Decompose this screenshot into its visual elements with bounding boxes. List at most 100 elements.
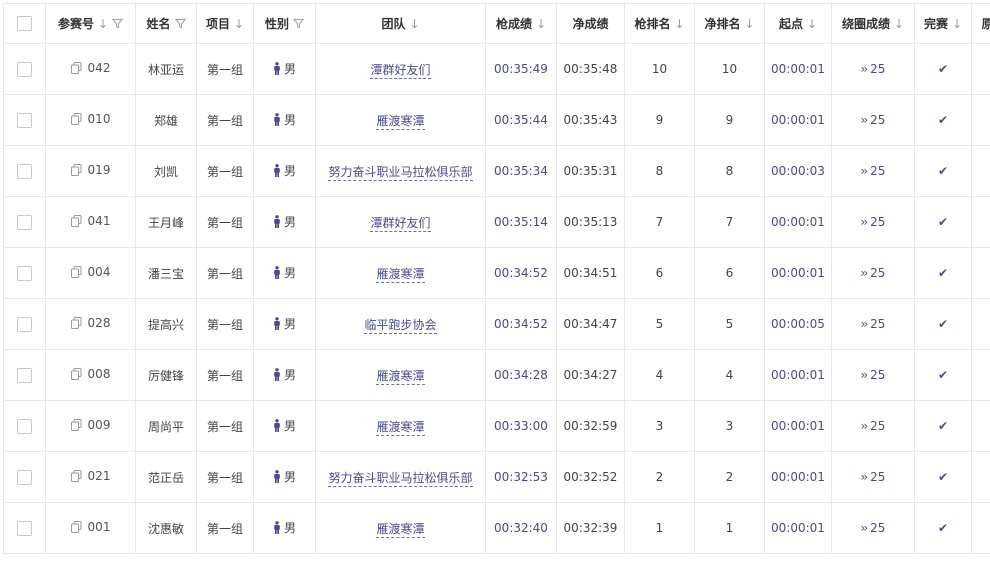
table-row[interactable]: 009 周尚平 第一组 男 雁渡寒潭 00:33:00 00:32:59 3 3… [3,400,990,452]
row-checkbox[interactable] [17,265,32,281]
team-link[interactable]: 雁渡寒潭 [376,266,425,283]
table-row[interactable]: 028 提高兴 第一组 男 临平跑步协会 00:34:52 00:34:47 5… [3,298,990,350]
arrow-down-icon[interactable]: ↓ [894,17,904,31]
row-checkbox[interactable] [17,163,32,179]
bib-cell: 041 [45,196,136,248]
copy-icon[interactable] [70,521,82,533]
team-link[interactable]: 雁渡寒潭 [376,419,425,436]
gun-time: 00:35:14 [494,215,548,229]
table-row[interactable]: 001 沈惠敏 第一组 男 雁渡寒潭 00:32:40 00:32:39 1 1… [3,502,990,554]
lap-link[interactable]: ›› 25 [861,521,886,535]
header-gun-rank[interactable]: 枪排名 ↓ [624,3,695,44]
lap-link[interactable]: ›› 25 [861,215,886,229]
team-link[interactable]: 雁渡寒潭 [376,368,425,385]
gun-time-cell: 00:35:44 [485,94,557,146]
lap-link[interactable]: ›› 25 [861,470,886,484]
funnel-icon[interactable] [174,18,186,29]
header-gender[interactable]: 性别 [253,3,316,44]
bib-cell: 019 [45,145,136,197]
team-link[interactable]: 雁渡寒潭 [376,113,425,130]
row-checkbox[interactable] [17,469,32,485]
row-checkbox[interactable] [17,112,32,128]
team-link[interactable]: 潭群好友们 [370,62,431,79]
team-cell: 雁渡寒潭 [315,400,486,452]
row-checkbox[interactable] [17,418,32,434]
copy-icon[interactable] [70,164,82,176]
copy-icon[interactable] [70,266,82,278]
arrow-down-icon[interactable]: ↓ [536,17,546,31]
event-name: 第一组 [206,521,243,536]
row-checkbox[interactable] [17,520,32,536]
copy-icon[interactable] [70,419,82,431]
funnel-icon[interactable] [112,18,124,29]
event-name: 第一组 [206,419,243,434]
table-row[interactable]: 019 刘凯 第一组 男 努力奋斗职业马拉松俱乐部 00:35:34 00:35… [3,145,990,197]
copy-icon[interactable] [70,470,82,482]
copy-icon[interactable] [70,113,82,125]
copy-icon[interactable] [70,215,82,227]
header-start[interactable]: 起点 ↓ [764,3,832,44]
header-event[interactable]: 项目 ↓ [196,3,254,44]
lap-count: 25 [870,113,886,127]
team-link[interactable]: 努力奋斗职业马拉松俱乐部 [328,470,473,487]
lap-cell: ›› 25 [831,298,915,350]
row-checkbox[interactable] [17,61,32,77]
lap-link[interactable]: ›› 25 [861,368,886,382]
runner-name: 提高兴 [147,317,184,332]
arrow-down-icon[interactable]: ↓ [744,17,754,31]
copy-icon[interactable] [70,317,82,329]
arrow-down-icon[interactable]: ↓ [98,17,108,31]
arrow-down-icon[interactable]: ↓ [234,17,244,31]
row-checkbox[interactable] [17,214,32,230]
results-body: 042 林亚运 第一组 男 潭群好友们 00:35:49 00:35:48 10… [3,43,990,554]
header-lap[interactable]: 绕圈成绩 ↓ [831,3,915,44]
extra-cell [971,298,990,350]
net-time: 00:35:43 [563,113,618,127]
funnel-icon[interactable] [293,18,304,29]
team-link[interactable]: 临平跑步协会 [364,317,437,334]
header-net-rank[interactable]: 净排名 ↓ [694,3,765,44]
team-link[interactable]: 潭群好友们 [370,215,431,232]
table-row[interactable]: 021 范正岳 第一组 男 努力奋斗职业马拉松俱乐部 00:32:53 00:3… [3,451,990,503]
start-cell: 00:00:01 [764,451,832,503]
team-link[interactable]: 雁渡寒潭 [376,521,425,538]
arrow-down-icon[interactable]: ↓ [807,17,817,31]
row-select-cell [3,400,46,452]
checkmark-icon: ✔ [937,470,949,484]
header-team[interactable]: 团队 ↓ [315,3,486,44]
table-row[interactable]: 004 潘三宝 第一组 男 雁渡寒潭 00:34:52 00:34:51 6 6… [3,247,990,299]
start-cell: 00:00:01 [764,349,832,401]
event-cell: 第一组 [196,145,254,197]
arrow-down-icon[interactable]: ↓ [674,17,684,31]
row-select-cell [3,94,46,146]
lap-link[interactable]: ›› 25 [861,164,886,178]
gun-rank: 9 [655,113,664,127]
lap-link[interactable]: ›› 25 [861,266,886,280]
copy-icon[interactable] [70,368,82,380]
copy-icon[interactable] [70,62,82,74]
header-finished[interactable]: 完赛 ↓ [914,3,972,44]
lap-link[interactable]: ›› 25 [861,419,886,433]
arrow-down-icon[interactable]: ↓ [409,17,419,31]
lap-link[interactable]: ›› 25 [861,317,886,331]
name-cell: 潘三宝 [135,247,197,299]
table-row[interactable]: 042 林亚运 第一组 男 潭群好友们 00:35:49 00:35:48 10… [3,43,990,95]
header-bib[interactable]: 参赛号 ↓ [45,3,136,44]
header-gun-time[interactable]: 枪成绩 ↓ [485,3,557,44]
header-name[interactable]: 姓名 [135,3,197,44]
lap-link[interactable]: ›› 25 [861,62,886,76]
team-link[interactable]: 努力奋斗职业马拉松俱乐部 [328,164,473,181]
select-all-checkbox[interactable] [17,16,32,31]
header-gun-rank-label: 枪排名 [634,17,671,31]
event-cell: 第一组 [196,502,254,554]
bib-number: 028 [87,316,111,330]
table-row[interactable]: 008 厉健锋 第一组 男 雁渡寒潭 00:34:28 00:34:27 4 4… [3,349,990,401]
row-checkbox[interactable] [17,316,32,332]
table-row[interactable]: 010 郑雄 第一组 男 雁渡寒潭 00:35:44 00:35:43 9 9 … [3,94,990,146]
arrow-down-icon[interactable]: ↓ [952,17,962,31]
header-extra[interactable]: 原 [971,3,990,44]
header-net-time[interactable]: 净成绩 [556,3,625,44]
lap-link[interactable]: ›› 25 [861,113,886,127]
row-checkbox[interactable] [17,367,32,383]
table-row[interactable]: 041 王月峰 第一组 男 潭群好友们 00:35:14 00:35:13 7 … [3,196,990,248]
